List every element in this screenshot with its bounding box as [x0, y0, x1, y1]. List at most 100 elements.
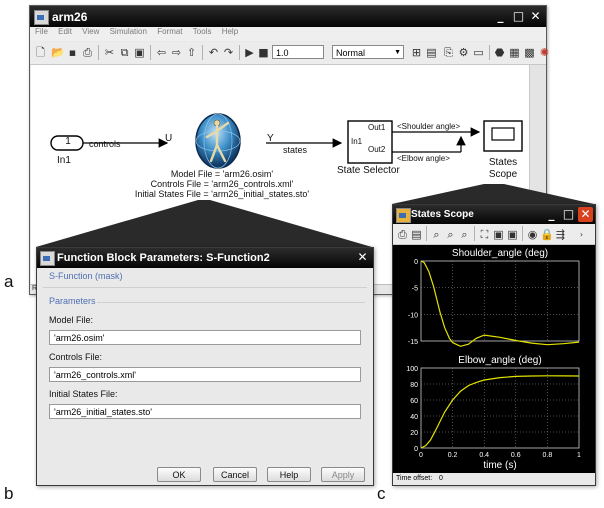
inport-number: 1: [65, 136, 71, 147]
panel-label-b: b: [4, 484, 14, 503]
toolbar-separator: [522, 226, 523, 241]
shoulder-angle-signal-label: <Shoulder angle>: [397, 122, 461, 131]
simulink-menubar: File Edit View Simulation Format Tools H…: [30, 27, 546, 41]
states-signal-label: states: [283, 145, 308, 155]
open-icon[interactable]: 📂: [51, 46, 65, 59]
simulink-app-icon: [34, 10, 49, 25]
print-icon[interactable]: ⎙: [81, 46, 94, 59]
x-tick-label: 0: [419, 452, 423, 459]
save-axes-icon[interactable]: ▣: [492, 228, 505, 241]
panel-label-c: c: [377, 484, 386, 503]
model-explorer-icon[interactable]: ▤: [425, 46, 438, 59]
up-icon[interactable]: ⇧: [185, 46, 198, 59]
dialog-divider: [43, 287, 367, 288]
scope-plot-area[interactable]: Shoulder_angle (deg) 0 -5 -10 -15 Elbow_angle…: [393, 245, 595, 473]
menu-edit[interactable]: Edit: [58, 27, 72, 36]
scope-maximize-icon[interactable]: □: [561, 207, 576, 222]
elbow-angle-signal-label: <Elbow angle>: [397, 154, 450, 163]
profiler-icon[interactable]: ▦: [508, 46, 521, 59]
y-tick-label: -5: [412, 286, 418, 293]
model-file-field[interactable]: 'arm26.osim': [49, 330, 361, 345]
inport-name: In1: [57, 155, 71, 166]
start-simulation-icon[interactable]: ▶: [243, 46, 256, 59]
paste-icon[interactable]: ▣: [133, 46, 146, 59]
build-icon[interactable]: ⎘: [442, 46, 455, 59]
initial-states-file-field[interactable]: 'arm26_initial_states.sto': [49, 404, 361, 419]
scope-name-line1: States: [488, 157, 518, 168]
help-button[interactable]: Help: [267, 467, 311, 482]
lock-axes-icon[interactable]: 🔒: [540, 228, 554, 241]
states-scope-window: States Scope _ □ ✕ ⎙ ▤ ⌕ ⌕ ⌕ ⛶ ▣ ▣ ◉ 🔒 ⇶…: [392, 204, 596, 486]
scope-footer: Time offset: 0: [393, 473, 595, 485]
menu-tools[interactable]: Tools: [193, 27, 212, 36]
simulink-toolbar: 🗋 📂 ▪ ⎙ ✂ ⧉ ▣ ⇦ ⇨ ⇧ ↶ ↷ ▶ ■ 1.0 Normal ▼…: [30, 42, 549, 65]
stop-time-input[interactable]: 1.0: [272, 45, 324, 59]
model-advisor-icon[interactable]: ⬣: [493, 46, 506, 59]
function-block-parameters-dialog: Function Block Parameters: S-Function2 ✕…: [36, 247, 374, 486]
zoom-x-icon[interactable]: ⌕: [444, 228, 457, 241]
initial-states-annotation: Initial States File = 'arm26_initial_sta…: [134, 189, 310, 199]
stop-simulation-icon[interactable]: ■: [257, 46, 270, 59]
print-icon[interactable]: ⎙: [396, 228, 409, 241]
x-tick-label: 0.4: [479, 452, 489, 459]
debugger-icon[interactable]: ✺: [538, 46, 551, 59]
ok-button[interactable]: OK: [157, 467, 201, 482]
controls-signal-label: controls: [89, 139, 121, 149]
toolbar-separator: [202, 45, 203, 60]
undo-icon[interactable]: ↶: [207, 46, 220, 59]
y-tick-label: 80: [410, 382, 418, 389]
close-icon[interactable]: ✕: [528, 9, 543, 24]
autoscale-icon[interactable]: ⛶: [478, 228, 491, 241]
apply-button[interactable]: Apply: [321, 467, 365, 482]
debug-icon[interactable]: ⚙: [457, 46, 470, 59]
zoom-in-icon[interactable]: ⌕: [430, 228, 443, 241]
dialog-titlebar: Function Block Parameters: S-Function2 ✕: [37, 248, 373, 268]
scope-screen-icon: [491, 127, 515, 141]
scope-minimize-icon[interactable]: _: [544, 207, 559, 222]
cut-icon[interactable]: ✂: [103, 46, 116, 59]
y-tick-label: 40: [410, 414, 418, 421]
forward-icon[interactable]: ⇨: [170, 46, 183, 59]
controls-file-label: Controls File:: [49, 352, 103, 362]
menu-help[interactable]: Help: [222, 27, 238, 36]
parameters-group-label: Parameters: [49, 296, 96, 306]
simulation-mode-select[interactable]: Normal ▼: [332, 45, 404, 59]
minimize-icon[interactable]: _: [493, 9, 508, 24]
x-axis-label: time (s): [483, 460, 516, 471]
menu-view[interactable]: View: [82, 27, 99, 36]
toolbar-separator: [474, 226, 475, 241]
chart-title: Elbow_angle (deg): [458, 355, 541, 366]
library-browser-icon[interactable]: ⊞: [410, 46, 423, 59]
copy-icon[interactable]: ⧉: [118, 46, 131, 59]
time-offset-value: 0: [439, 475, 443, 482]
menu-simulation[interactable]: Simulation: [110, 27, 147, 36]
cancel-button[interactable]: Cancel: [213, 467, 257, 482]
redo-icon[interactable]: ↷: [222, 46, 235, 59]
dialog-app-icon: [40, 251, 55, 266]
dialog-title: Function Block Parameters: S-Function2: [57, 252, 270, 264]
state-selector-name: State Selector: [337, 165, 400, 176]
controls-file-annotation: Controls File = 'arm26_controls.xml': [150, 179, 294, 189]
simulink-window-title: arm26: [52, 10, 88, 24]
toolbar-overflow-icon[interactable]: ›: [575, 228, 588, 241]
opensim-sfunction-block[interactable]: [195, 113, 241, 169]
restore-axes-icon[interactable]: ▣: [506, 228, 519, 241]
menu-file[interactable]: File: [35, 27, 48, 36]
scope-window-title: States Scope: [411, 209, 474, 220]
signal-selection-icon[interactable]: ⇶: [554, 228, 567, 241]
new-model-icon[interactable]: 🗋: [34, 46, 47, 59]
diagnostics-icon[interactable]: ▭: [472, 46, 485, 59]
controls-file-field[interactable]: 'arm26_controls.xml': [49, 367, 361, 382]
report-icon[interactable]: ▩: [523, 46, 536, 59]
save-icon[interactable]: ▪: [66, 46, 79, 59]
floating-scope-icon[interactable]: ◉: [526, 228, 539, 241]
dialog-close-icon[interactable]: ✕: [355, 250, 370, 265]
zoom-y-icon[interactable]: ⌕: [458, 228, 471, 241]
parameters-icon[interactable]: ▤: [410, 228, 423, 241]
y-tick-label: 0: [414, 259, 418, 266]
mask-type-label: S-Function (mask): [49, 271, 123, 281]
scope-close-icon[interactable]: ✕: [578, 207, 593, 222]
menu-format[interactable]: Format: [157, 27, 182, 36]
back-icon[interactable]: ⇦: [155, 46, 168, 59]
maximize-icon[interactable]: □: [511, 9, 526, 24]
